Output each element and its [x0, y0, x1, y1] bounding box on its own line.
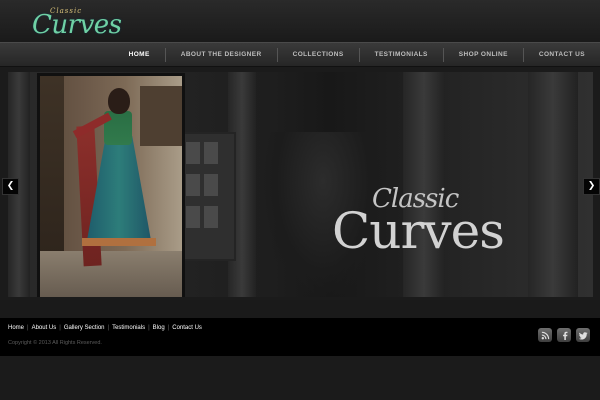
facebook-icon — [562, 331, 567, 340]
slide-title-curves: Curves — [332, 202, 505, 260]
footer-separator: | — [107, 325, 110, 331]
nav-item-testimonials[interactable]: TESTIMONIALS — [358, 47, 443, 62]
footer-link-gallery-section[interactable]: Gallery Section — [64, 325, 105, 331]
logo-title: Curves — [32, 10, 122, 40]
nav-item-shop-online[interactable]: SHOP ONLINE — [442, 47, 523, 62]
footer-link-contact-us[interactable]: Contact Us — [172, 325, 202, 331]
site-footer: Home | About Us | Gallery Section | Test… — [0, 318, 600, 356]
footer-link-about-us[interactable]: About Us — [32, 325, 57, 331]
chevron-right-icon: ❯ — [587, 181, 596, 191]
footer-separator: | — [27, 325, 29, 331]
chevron-left-icon: ❮ — [6, 181, 15, 191]
rss-icon — [541, 331, 549, 339]
background-window — [180, 132, 236, 261]
site-header: Classic Curves — [0, 0, 600, 42]
footer-links: Home | About Us | Gallery Section | Test… — [8, 325, 202, 331]
featured-model-photo — [37, 73, 185, 297]
footer-link-home[interactable]: Home — [8, 325, 24, 331]
footer-separator: | — [148, 325, 150, 331]
nav-item-home[interactable]: HOME — [114, 48, 165, 62]
hero-slider: Classic Curves — [8, 72, 593, 297]
slider-prev-button[interactable]: ❮ — [2, 178, 19, 195]
content-band — [0, 300, 600, 318]
page-bottom — [0, 356, 600, 400]
main-navigation-bar: HOME ABOUT THE DESIGNER COLLECTIONS TEST… — [0, 42, 600, 67]
twitter-button[interactable] — [576, 328, 590, 342]
facebook-button[interactable] — [557, 328, 571, 342]
nav-item-collections[interactable]: COLLECTIONS — [276, 47, 359, 62]
nav-item-contact-us[interactable]: CONTACT US — [522, 47, 600, 62]
slide-title: Classic Curves — [332, 184, 552, 284]
social-links — [538, 328, 590, 342]
slider-next-button[interactable]: ❯ — [583, 178, 600, 195]
footer-separator: | — [167, 325, 170, 331]
main-navigation: HOME ABOUT THE DESIGNER COLLECTIONS TEST… — [114, 43, 600, 66]
footer-link-testimonials[interactable]: Testimonials — [112, 325, 145, 331]
nav-item-about-the-designer[interactable]: ABOUT THE DESIGNER — [164, 47, 277, 62]
rss-button[interactable] — [538, 328, 552, 342]
footer-separator: | — [59, 325, 61, 331]
copyright-text: Copyright © 2013 All Rights Reserved. — [8, 340, 102, 346]
twitter-icon — [578, 331, 588, 340]
footer-link-blog[interactable]: Blog — [153, 325, 165, 331]
